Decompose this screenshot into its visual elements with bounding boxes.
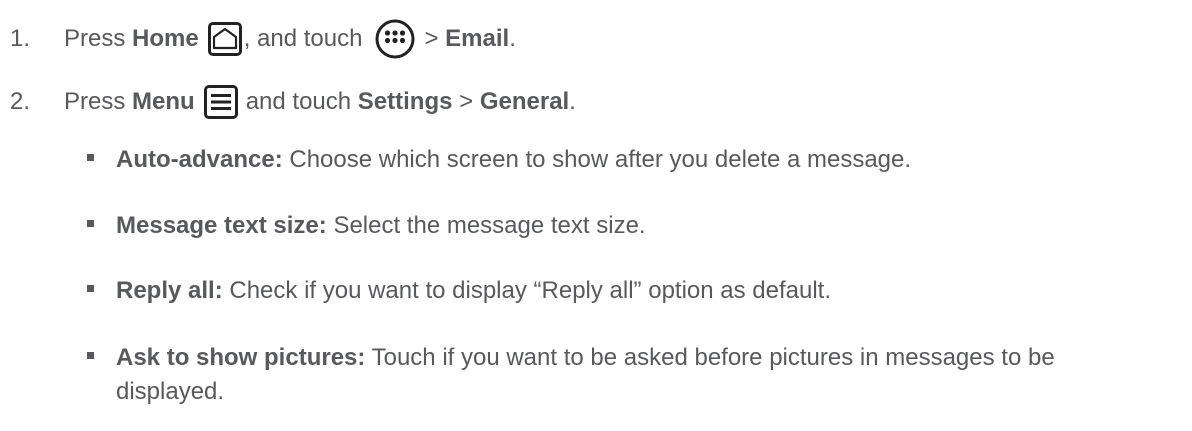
menu-icon: [203, 85, 238, 119]
option-text: Reply all: Check if you want to display …: [116, 274, 1156, 308]
option-description: Choose which screen to show after you de…: [289, 146, 912, 173]
press-text: Press: [64, 88, 126, 115]
list-item: Message text size: Select the message te…: [87, 209, 1177, 243]
step-number: 1.: [10, 25, 31, 52]
period: .: [509, 25, 516, 52]
step-number: 2.: [10, 88, 31, 115]
bullet-icon: [87, 352, 94, 359]
list-item: Reply all: Check if you want to display …: [87, 274, 1177, 308]
option-text: Auto-advance: Choose which screen to sho…: [116, 143, 1156, 177]
step-text: Press Home , and touch > Email.: [64, 18, 516, 60]
apps-icon: [374, 18, 416, 60]
option-text: Message text size: Select the message te…: [116, 209, 1156, 243]
touch-text: , and touch: [243, 25, 363, 52]
separator: >: [459, 88, 474, 115]
menu-label: Menu: [132, 88, 195, 115]
bullet-icon: [87, 285, 94, 292]
list-item: Auto-advance: Choose which screen to sho…: [87, 143, 1177, 177]
option-text: Ask to show pictures: Touch if you want …: [116, 341, 1156, 409]
general-label: General: [479, 88, 570, 115]
option-term: Auto-advance:: [116, 146, 283, 173]
touch-text: and touch: [245, 88, 352, 115]
bullet-icon: [87, 220, 94, 227]
option-term: Reply all:: [116, 277, 223, 304]
option-description: Check if you want to display “Reply all”…: [229, 277, 832, 304]
option-term: Message text size:: [116, 212, 327, 239]
bullet-icon: [87, 154, 94, 161]
home-label: Home: [132, 25, 199, 52]
press-text: Press: [64, 25, 126, 52]
option-term: Ask to show pictures:: [116, 344, 366, 371]
list-item: Ask to show pictures: Touch if you want …: [87, 341, 1177, 409]
email-label: Email: [445, 25, 510, 52]
home-icon: [207, 22, 242, 56]
settings-label: Settings: [357, 88, 453, 115]
separator: >: [424, 25, 439, 52]
period: .: [569, 88, 576, 115]
option-description: Select the message text size.: [333, 212, 646, 239]
step-text: Press Menu and touch Settings > General.: [64, 85, 576, 119]
